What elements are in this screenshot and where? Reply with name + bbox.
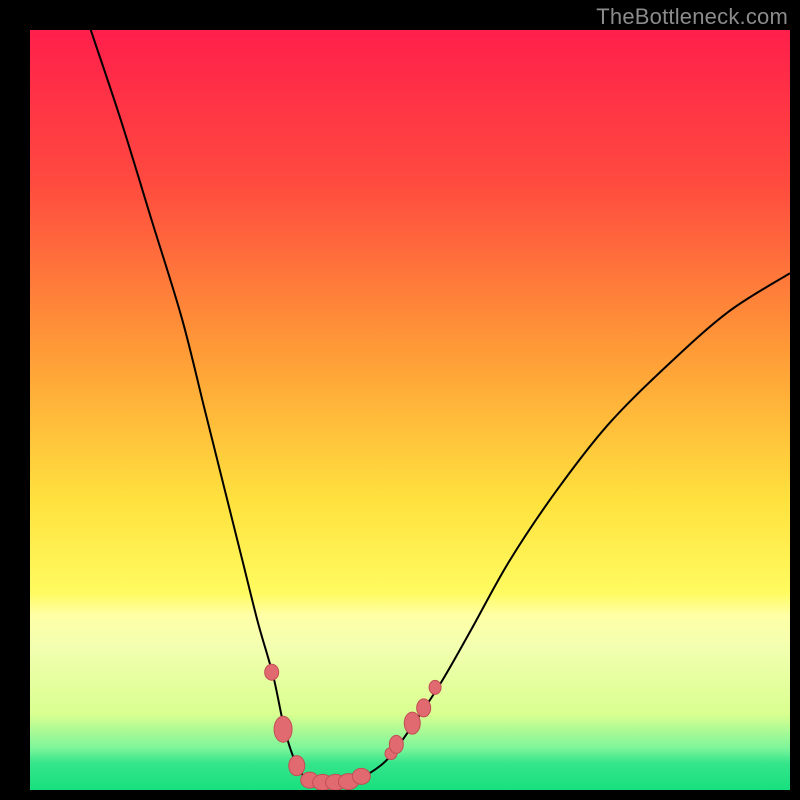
plot-background: [30, 30, 790, 790]
curve-marker: [429, 680, 441, 694]
curve-marker: [265, 664, 279, 680]
curve-marker: [274, 716, 292, 742]
bottleneck-chart: [0, 0, 800, 800]
curve-marker: [352, 768, 370, 784]
curve-marker: [389, 735, 403, 753]
curve-marker: [289, 756, 305, 776]
watermark-label: TheBottleneck.com: [596, 4, 788, 30]
curve-marker: [417, 699, 431, 717]
chart-stage: TheBottleneck.com: [0, 0, 800, 800]
curve-marker: [404, 712, 420, 734]
